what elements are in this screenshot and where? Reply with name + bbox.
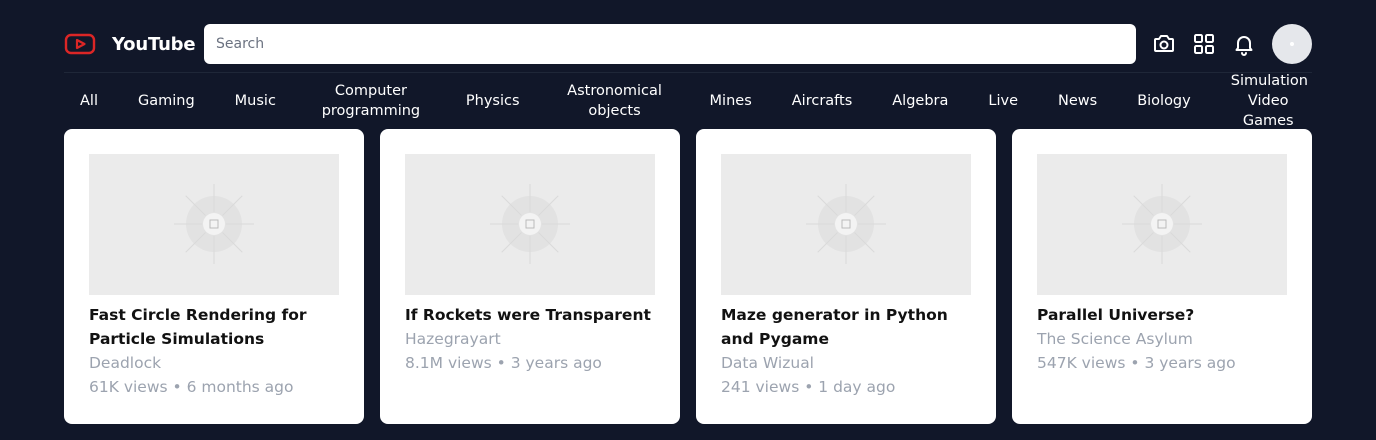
page: YouTube A	[0, 0, 1376, 440]
camera-button[interactable]	[1151, 31, 1177, 57]
category-chip[interactable]: Computer programming	[316, 81, 426, 121]
video-grid: Fast Circle Rendering for Particle Simul…	[64, 129, 1312, 424]
category-chip[interactable]: Mines	[710, 91, 752, 111]
video-title[interactable]: Maze generator in Python and Pygame	[721, 303, 976, 351]
category-chip[interactable]: Physics	[466, 91, 520, 111]
image-placeholder-icon	[490, 184, 570, 264]
video-stats: 241 views • 1 day ago	[721, 378, 896, 396]
category-chip[interactable]: Simulation Video Games	[1231, 73, 1308, 129]
category-chip[interactable]: Aircrafts	[792, 91, 853, 111]
category-chip[interactable]: Algebra	[892, 91, 948, 111]
category-chip[interactable]: Biology	[1137, 91, 1191, 111]
apps-grid-icon	[1194, 34, 1214, 54]
video-stats: 547K views • 3 years ago	[1037, 354, 1236, 372]
avatar[interactable]	[1272, 24, 1312, 64]
video-channel[interactable]: Data Wizual	[721, 351, 981, 375]
video-card[interactable]: Maze generator in Python and Pygame Data…	[696, 129, 996, 424]
image-placeholder-icon	[1122, 184, 1202, 264]
category-chip[interactable]: News	[1058, 91, 1097, 111]
video-channel[interactable]: Deadlock	[89, 351, 349, 375]
video-thumbnail	[1037, 154, 1287, 295]
avatar-placeholder-dot	[1290, 42, 1294, 46]
video-stats: 61K views • 6 months ago	[89, 378, 294, 396]
video-title[interactable]: If Rockets were Transparent	[405, 303, 660, 327]
camera-icon	[1154, 35, 1174, 52]
bell-icon	[1235, 36, 1253, 56]
category-chip[interactable]: All	[80, 91, 98, 111]
category-chip[interactable]: Live	[988, 91, 1018, 111]
video-channel[interactable]: The Science Asylum	[1037, 327, 1297, 351]
notifications-button[interactable]	[1231, 31, 1257, 57]
category-bar: All Gaming Music Computer programming Physic…	[64, 73, 1312, 129]
video-channel[interactable]: Hazegrayart	[405, 327, 665, 351]
video-card[interactable]: Fast Circle Rendering for Particle Simul…	[64, 129, 364, 424]
image-placeholder-icon	[806, 184, 886, 264]
image-placeholder-icon	[174, 184, 254, 264]
category-chip[interactable]: Music	[235, 91, 276, 111]
video-thumbnail	[721, 154, 971, 295]
youtube-play-icon	[64, 33, 96, 55]
app-name: YouTube	[112, 33, 196, 55]
video-card[interactable]: Parallel Universe? The Science Asylum 54…	[1012, 129, 1312, 424]
category-chip[interactable]: Astronomical objects	[560, 81, 670, 121]
category-chip[interactable]: Gaming	[138, 91, 195, 111]
video-stats: 8.1M views • 3 years ago	[405, 354, 602, 372]
apps-button[interactable]	[1191, 31, 1217, 57]
youtube-logo[interactable]: YouTube	[64, 24, 196, 64]
video-title[interactable]: Fast Circle Rendering for Particle Simul…	[89, 303, 344, 351]
video-title[interactable]: Parallel Universe?	[1037, 303, 1292, 327]
top-bar: YouTube	[64, 24, 1312, 64]
search-input[interactable]	[204, 24, 1136, 64]
video-thumbnail	[89, 154, 339, 295]
video-thumbnail	[405, 154, 655, 295]
video-card[interactable]: If Rockets were Transparent Hazegrayart …	[380, 129, 680, 424]
